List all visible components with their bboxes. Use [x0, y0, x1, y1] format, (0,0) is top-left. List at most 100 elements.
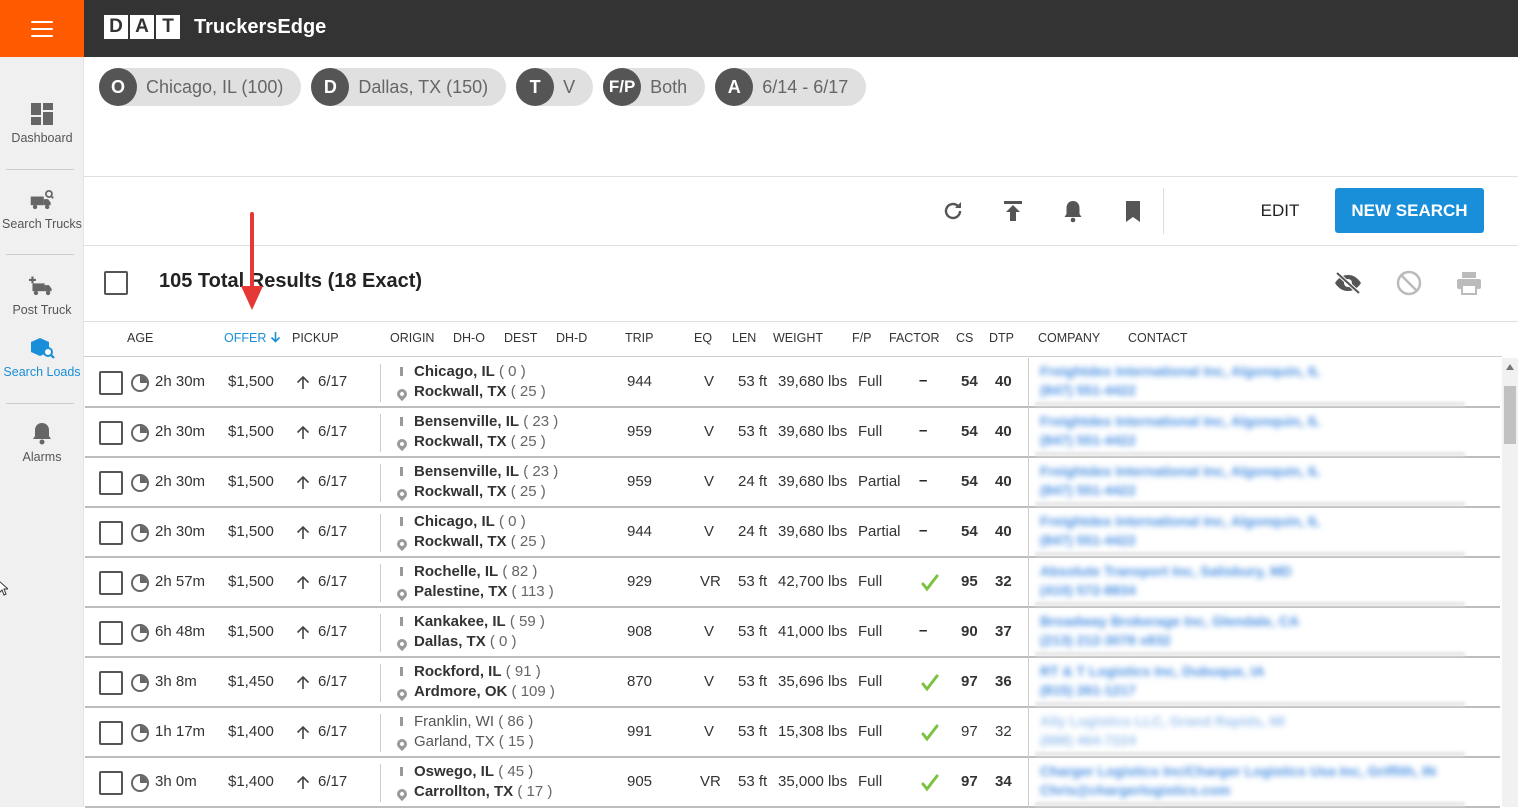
company-name[interactable]: Broadway Brokerage Inc, Glendale, CA — [1040, 613, 1299, 629]
company-name[interactable]: Ally Logistics LLC, Grand Rapids, MI — [1040, 713, 1285, 729]
bookmark-button[interactable] — [1118, 196, 1148, 226]
trip-miles-link[interactable]: 944 — [627, 523, 652, 540]
days-to-pay-link[interactable]: 40 — [995, 373, 1012, 390]
table-row[interactable]: 2h 57m $1,500 6/17 Rochelle, IL ( 82 ) Pales… — [85, 558, 1500, 608]
credit-score-link[interactable]: 97 — [961, 723, 978, 740]
column-header-age[interactable]: AGE — [127, 331, 153, 345]
row-checkbox[interactable] — [99, 621, 123, 645]
company-contact[interactable]: (847) 551-4422 — [1040, 382, 1136, 398]
chip-truck-type[interactable]: TV — [516, 68, 594, 106]
row-checkbox[interactable] — [99, 571, 123, 595]
company-contact[interactable]: (213) 212-3078 x832 — [1040, 632, 1171, 648]
company-contact[interactable]: (888) 464-7224 — [1040, 732, 1136, 748]
scrollbar-thumb[interactable] — [1504, 386, 1516, 444]
days-to-pay-link[interactable]: 32 — [995, 723, 1012, 740]
days-to-pay-link[interactable]: 36 — [995, 673, 1012, 690]
company-contact[interactable]: (815) 261-1217 — [1040, 682, 1136, 698]
chip-destination[interactable]: D Dallas, TX (150) — [311, 68, 507, 106]
table-row[interactable]: 1h 17m $1,400 6/17 Franklin, WI ( 86 ) Garla… — [85, 708, 1500, 758]
credit-score-link[interactable]: 95 — [961, 573, 978, 590]
select-all-checkbox[interactable] — [104, 271, 128, 295]
company-contact[interactable]: (847) 551-4422 — [1040, 482, 1136, 498]
row-checkbox[interactable] — [99, 771, 123, 795]
company-contact[interactable]: (847) 551-4422 — [1040, 432, 1136, 448]
column-header-company[interactable]: COMPANY — [1038, 331, 1100, 345]
trip-miles-link[interactable]: 929 — [627, 573, 652, 590]
days-to-pay-link[interactable]: 34 — [995, 773, 1012, 790]
refresh-button[interactable] — [938, 196, 968, 226]
column-header-pickup[interactable]: PICKUP — [292, 331, 339, 345]
credit-score-link[interactable]: 90 — [961, 623, 978, 640]
credit-score-link[interactable]: 54 — [961, 423, 978, 440]
company-name[interactable]: Freightdex International Inc, Algonquin,… — [1040, 413, 1320, 429]
row-checkbox[interactable] — [99, 421, 123, 445]
chip-availability[interactable]: A 6/14 - 6/17 — [715, 68, 867, 106]
print-button[interactable] — [1454, 268, 1484, 298]
column-header-dest[interactable]: DEST — [504, 331, 537, 345]
trip-miles-link[interactable]: 991 — [627, 723, 652, 740]
company-name[interactable]: Freightdex International Inc, Algonquin,… — [1040, 513, 1320, 529]
days-to-pay-link[interactable]: 40 — [995, 523, 1012, 540]
trip-miles-link[interactable]: 959 — [627, 423, 652, 440]
column-header-cs[interactable]: CS — [956, 331, 973, 345]
edit-button[interactable]: EDIT — [1244, 196, 1316, 226]
days-to-pay-link[interactable]: 37 — [995, 623, 1012, 640]
credit-score-link[interactable]: 97 — [961, 673, 978, 690]
column-header-weight[interactable]: WEIGHT — [773, 331, 823, 345]
column-header-dh-d[interactable]: DH-D — [556, 331, 587, 345]
credit-score-link[interactable]: 97 — [961, 773, 978, 790]
company-name[interactable]: Freightdex International Inc, Algonquin,… — [1040, 463, 1320, 479]
table-row[interactable]: 6h 48m $1,500 6/17 Kankakee, IL ( 59 ) Dalla… — [85, 608, 1500, 658]
table-row[interactable]: 3h 0m $1,400 6/17 Oswego, IL ( 45 ) Carrollt… — [85, 758, 1500, 808]
table-row[interactable]: 2h 30m $1,500 6/17 Chicago, IL ( 0 ) Rockwal… — [85, 358, 1500, 408]
company-name[interactable]: Absolute Transport Inc, Salisbury, MD — [1040, 563, 1292, 579]
trip-miles-link[interactable]: 905 — [627, 773, 652, 790]
company-name[interactable]: Charger Logistics Inc/Charger Logistics … — [1040, 763, 1436, 779]
upload-button[interactable] — [998, 196, 1028, 226]
hamburger-menu-button[interactable] — [0, 0, 84, 57]
column-header-offer[interactable]: OFFER — [224, 331, 281, 345]
table-row[interactable]: 2h 30m $1,500 6/17 Bensenville, IL ( 23 ) Ro… — [85, 458, 1500, 508]
block-button[interactable] — [1394, 268, 1424, 298]
company-name[interactable]: Freightdex International Inc, Algonquin,… — [1040, 363, 1320, 379]
table-row[interactable]: 2h 30m $1,500 6/17 Chicago, IL ( 0 ) Rockwal… — [85, 508, 1500, 558]
chip-full-partial[interactable]: F/P Both — [603, 68, 706, 106]
row-checkbox[interactable] — [99, 671, 123, 695]
column-header-trip[interactable]: TRIP — [625, 331, 653, 345]
trip-miles-link[interactable]: 959 — [627, 473, 652, 490]
scrollbar[interactable] — [1502, 358, 1518, 807]
sidebar-item-dashboard[interactable]: Dashboard — [0, 101, 84, 145]
trip-miles-link[interactable]: 870 — [627, 673, 652, 690]
company-name[interactable]: RT & T Logistics Inc, Dubuque, IA — [1040, 663, 1265, 679]
hide-button[interactable] — [1333, 268, 1363, 298]
column-header-origin[interactable]: ORIGIN — [390, 331, 434, 345]
credit-score-link[interactable]: 54 — [961, 473, 978, 490]
credit-score-link[interactable]: 54 — [961, 373, 978, 390]
sidebar-item-alarms[interactable]: Alarms — [0, 420, 84, 464]
column-header-dtp[interactable]: DTP — [989, 331, 1014, 345]
table-row[interactable]: 2h 30m $1,500 6/17 Bensenville, IL ( 23 ) Ro… — [85, 408, 1500, 458]
days-to-pay-link[interactable]: 40 — [995, 423, 1012, 440]
days-to-pay-link[interactable]: 32 — [995, 573, 1012, 590]
row-checkbox[interactable] — [99, 471, 123, 495]
new-search-button[interactable]: NEW SEARCH — [1335, 188, 1484, 233]
sidebar-item-search-loads[interactable]: Search Loads — [0, 335, 84, 379]
alarm-button[interactable] — [1058, 196, 1088, 226]
row-checkbox[interactable] — [99, 721, 123, 745]
company-contact[interactable]: (410) 572-8834 — [1040, 582, 1136, 598]
column-header-eq[interactable]: EQ — [694, 331, 712, 345]
column-header-contact[interactable]: CONTACT — [1128, 331, 1188, 345]
row-checkbox[interactable] — [99, 371, 123, 395]
sidebar-item-post-truck[interactable]: Post Truck — [0, 273, 84, 317]
trip-miles-link[interactable]: 908 — [627, 623, 652, 640]
column-header-dh-o[interactable]: DH-O — [453, 331, 485, 345]
chip-origin[interactable]: O Chicago, IL (100) — [99, 68, 302, 106]
company-contact[interactable]: Chris@chargerlogistics.com — [1040, 782, 1230, 798]
table-row[interactable]: 3h 8m $1,450 6/17 Rockford, IL ( 91 ) Ardmor… — [85, 658, 1500, 708]
trip-miles-link[interactable]: 944 — [627, 373, 652, 390]
column-header-factor[interactable]: FACTOR — [889, 331, 939, 345]
row-checkbox[interactable] — [99, 521, 123, 545]
company-contact[interactable]: (847) 551-4422 — [1040, 532, 1136, 548]
column-header-len[interactable]: LEN — [732, 331, 756, 345]
column-header-fp[interactable]: F/P — [852, 331, 871, 345]
